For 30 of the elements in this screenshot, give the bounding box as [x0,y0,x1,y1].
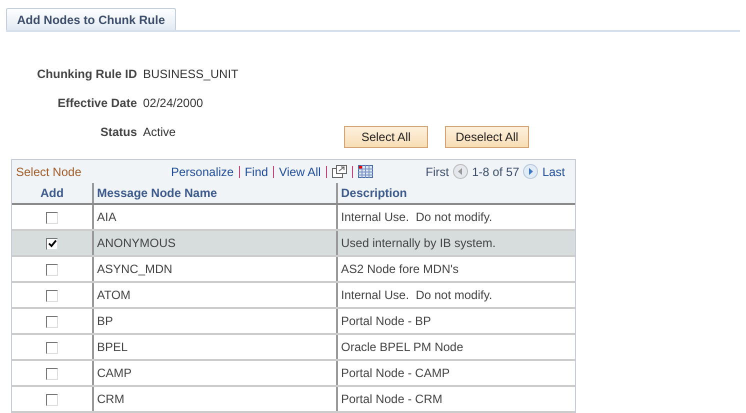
checkbox[interactable] [46,238,58,250]
grid-link[interactable]: Personalize [171,162,234,180]
field-label: Chunking Rule ID [36,66,137,82]
table-cell: Portal Node - CRM [337,386,575,412]
checkbox[interactable] [46,342,58,354]
table-cell: CRM [93,386,337,412]
next-icon[interactable] [523,164,538,179]
page-tab[interactable]: Add Nodes to Chunk Rule [6,8,176,30]
deselect-all-button[interactable]: Deselect All [445,126,529,148]
previous-icon[interactable] [452,164,468,179]
page-range: 1-8 of 57 [472,164,520,180]
first-link[interactable]: First [426,162,449,180]
checkbox[interactable] [46,264,58,276]
field-label: Status [99,124,137,140]
field-value: BUSINESS_UNIT [143,66,238,82]
new-window-icon[interactable] [332,165,347,178]
select-all-button[interactable]: Select All [344,126,428,148]
grid-title: Select Node [16,164,82,180]
field-label: Effective Date [56,94,137,112]
checkbox[interactable] [46,394,58,406]
checkbox[interactable] [46,316,58,328]
field-value: 02/24/2000 [143,94,204,112]
grid-link[interactable]: Find [244,162,268,180]
checkbox[interactable] [46,212,58,224]
spreadsheet-icon[interactable] [358,165,373,178]
grid-link[interactable]: View All [279,162,321,180]
checkbox[interactable] [46,290,58,302]
last-link[interactable]: Last [542,162,565,180]
checkbox[interactable] [46,368,58,380]
field-value: Active [143,124,176,140]
